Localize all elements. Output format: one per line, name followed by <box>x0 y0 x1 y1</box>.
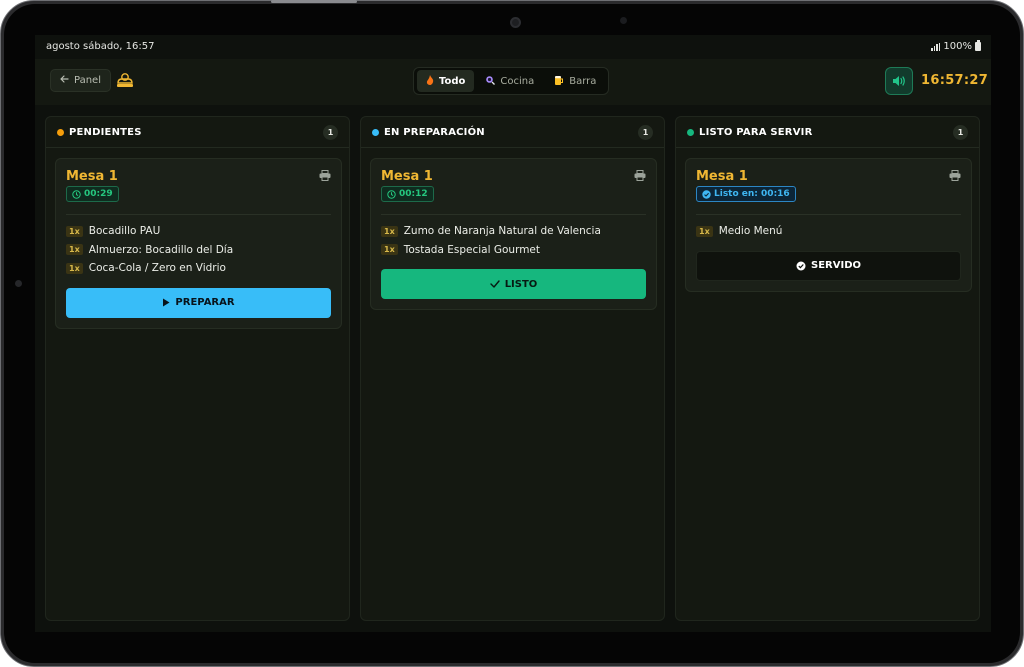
column-title: LISTO PARA SERVIR <box>699 126 813 138</box>
tab-barra-label: Barra <box>569 75 597 87</box>
order-item: 1x Bocadillo PAU <box>66 222 331 241</box>
status-indicators: 100% <box>931 40 981 52</box>
elapsed-time: 00:29 <box>84 189 113 199</box>
kitchen-display-screen: agosto sábado, 16:57 100% Panel Todo Coc… <box>35 35 991 632</box>
item-quantity: 1x <box>696 225 713 237</box>
column-listo-para-servir: LISTO PARA SERVIR 1 Mesa 1 Listo en: 00:… <box>675 116 980 621</box>
front-camera <box>510 17 521 28</box>
ready-button-label: LISTO <box>504 278 538 290</box>
ready-time-badge: Listo en: 00:16 <box>696 186 796 202</box>
table-name: Mesa 1 <box>66 169 118 184</box>
order-item: 1x Almuerzo: Bocadillo del Día <box>66 241 331 260</box>
ready-button[interactable]: LISTO <box>381 269 646 299</box>
order-items-list: 1x Zumo de Naranja Natural de Valencia 1… <box>381 215 646 259</box>
column-title: EN PREPARACIÓN <box>384 126 485 138</box>
item-quantity: 1x <box>381 244 398 256</box>
item-name: Medio Menú <box>718 225 783 238</box>
order-item: 1x Medio Menú <box>696 222 961 241</box>
clock-icon <box>72 189 81 199</box>
item-quantity: 1x <box>66 244 83 256</box>
column-header: EN PREPARACIÓN 1 <box>361 117 664 148</box>
item-name: Almuerzo: Bocadillo del Día <box>88 243 234 256</box>
check-circle-icon <box>702 189 711 199</box>
served-button[interactable]: SERVIDO <box>696 250 961 281</box>
signal-icon <box>931 42 941 51</box>
table-name: Mesa 1 <box>381 169 433 184</box>
order-item: 1x Tostada Especial Gourmet <box>381 241 646 260</box>
status-bar: agosto sábado, 16:57 100% <box>35 35 991 59</box>
status-dot <box>372 128 379 136</box>
chef-hat-icon <box>117 73 133 87</box>
item-quantity: 1x <box>66 262 83 274</box>
prepare-button[interactable]: PREPARAR <box>66 287 331 318</box>
column-pendientes: PENDIENTES 1 Mesa 1 00:29 1x Bocadillo P… <box>45 116 350 621</box>
item-name: Coca-Cola / Zero en Vidrio <box>88 262 226 275</box>
printer-icon[interactable] <box>319 170 331 181</box>
order-card: Mesa 1 00:29 1x Bocadillo PAU 1x Almuerz… <box>55 158 342 329</box>
table-name: Mesa 1 <box>696 169 748 184</box>
column-count-badge: 1 <box>953 124 968 140</box>
elapsed-timer-badge: 00:12 <box>381 186 434 202</box>
arrow-left-icon <box>60 75 69 86</box>
clock-icon <box>387 189 396 199</box>
elapsed-time: 00:12 <box>399 189 428 199</box>
station-filter-tabs: Todo Cocina Barra <box>413 67 610 95</box>
speaker-icon <box>893 76 905 86</box>
check-icon <box>489 280 500 288</box>
printer-icon[interactable] <box>949 170 961 181</box>
check-circle-icon <box>796 261 806 270</box>
play-icon <box>163 298 170 307</box>
order-card-header: Mesa 1 Listo en: 00:16 <box>696 169 961 215</box>
column-title: PENDIENTES <box>69 126 142 138</box>
elapsed-timer-badge: 00:29 <box>66 186 119 202</box>
column-count-badge: 1 <box>323 124 338 140</box>
side-sensor <box>15 280 22 287</box>
order-card-header: Mesa 1 00:12 <box>381 169 646 215</box>
back-to-panel-button[interactable]: Panel <box>50 69 111 92</box>
pot-icon <box>485 75 496 88</box>
tab-cocina-label: Cocina <box>500 75 535 87</box>
item-name: Bocadillo PAU <box>88 225 161 238</box>
prepare-button-label: PREPARAR <box>175 297 235 308</box>
tab-barra[interactable]: Barra <box>545 70 605 92</box>
order-card-header: Mesa 1 00:29 <box>66 169 331 215</box>
item-name: Tostada Especial Gourmet <box>403 243 541 256</box>
top-bar: Panel Todo Cocina Barra 16:57:27 <box>35 59 991 105</box>
sound-toggle-button[interactable] <box>885 67 913 95</box>
tablet-frame: agosto sábado, 16:57 100% Panel Todo Coc… <box>0 0 1024 667</box>
item-name: Zumo de Naranja Natural de Valencia <box>403 225 601 238</box>
served-button-label: SERVIDO <box>811 260 861 271</box>
order-items-list: 1x Bocadillo PAU 1x Almuerzo: Bocadillo … <box>66 215 331 278</box>
tab-cocina[interactable]: Cocina <box>476 70 543 92</box>
back-button-label: Panel <box>74 75 101 86</box>
order-item: 1x Zumo de Naranja Natural de Valencia <box>381 222 646 241</box>
ready-time: Listo en: 00:16 <box>714 189 790 199</box>
flame-icon <box>426 74 434 88</box>
order-card: Mesa 1 00:12 1x Zumo de Naranja Natural <box>370 158 657 310</box>
power-button <box>271 0 357 3</box>
item-quantity: 1x <box>66 225 83 237</box>
status-datetime: agosto sábado, 16:57 <box>46 41 155 52</box>
order-item: 1x Coca-Cola / Zero en Vidrio <box>66 259 331 278</box>
order-card: Mesa 1 Listo en: 00:16 1x Medio Menú SER… <box>685 158 972 292</box>
battery-icon <box>975 40 981 51</box>
column-header: LISTO PARA SERVIR 1 <box>676 117 979 148</box>
light-sensor <box>620 17 627 24</box>
tab-todo-label: Todo <box>439 75 466 87</box>
column-header: PENDIENTES 1 <box>46 117 349 148</box>
printer-icon[interactable] <box>634 170 646 181</box>
status-dot <box>687 128 694 136</box>
item-quantity: 1x <box>381 225 398 237</box>
tab-todo[interactable]: Todo <box>417 70 475 92</box>
column-count-badge: 1 <box>638 124 653 140</box>
battery-level: 100% <box>943 41 972 52</box>
order-items-list: 1x Medio Menú <box>696 215 961 241</box>
status-dot <box>57 128 64 136</box>
beer-icon <box>554 75 564 88</box>
live-clock: 16:57:27 <box>921 73 989 88</box>
column-en-preparacion: EN PREPARACIÓN 1 Mesa 1 00:12 1x Zumo de… <box>360 116 665 621</box>
